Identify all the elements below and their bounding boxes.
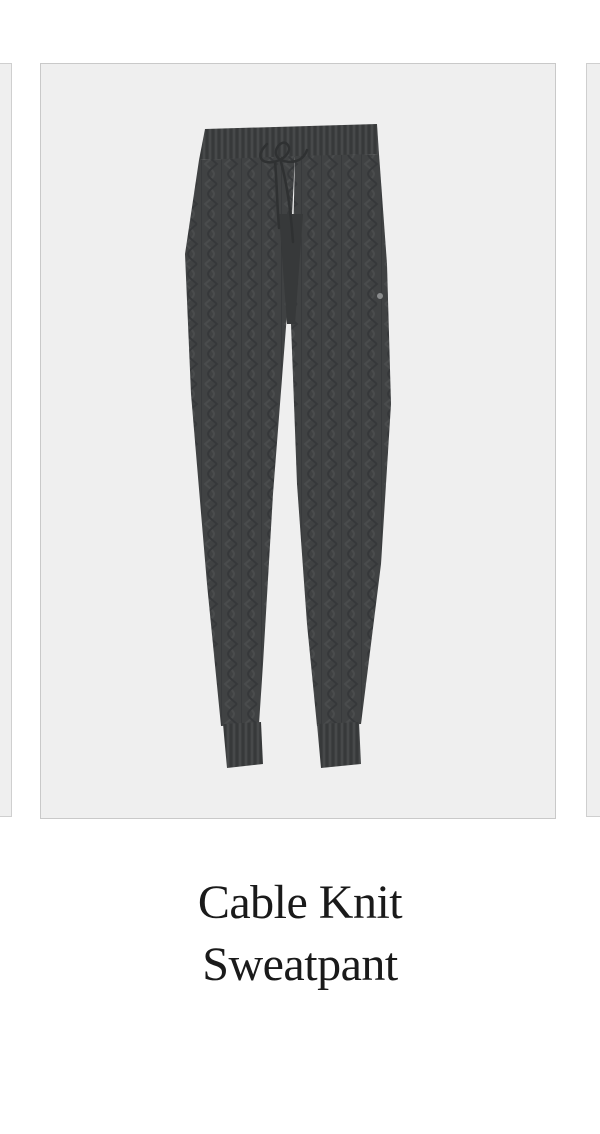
product-image[interactable] <box>41 64 556 819</box>
next-product-card[interactable] <box>586 63 600 817</box>
right-cuff <box>317 722 361 768</box>
left-cuff <box>223 722 263 768</box>
previous-product-card[interactable] <box>0 63 12 817</box>
waistband <box>199 124 379 160</box>
right-leg <box>291 154 391 726</box>
product-card[interactable] <box>40 63 556 819</box>
product-title[interactable]: Cable Knit Sweatpant <box>0 872 600 996</box>
logo-mark <box>377 293 383 299</box>
product-title-line-1: Cable Knit <box>197 876 403 929</box>
left-leg <box>185 156 295 726</box>
product-title-line-2: Sweatpant <box>202 938 398 991</box>
